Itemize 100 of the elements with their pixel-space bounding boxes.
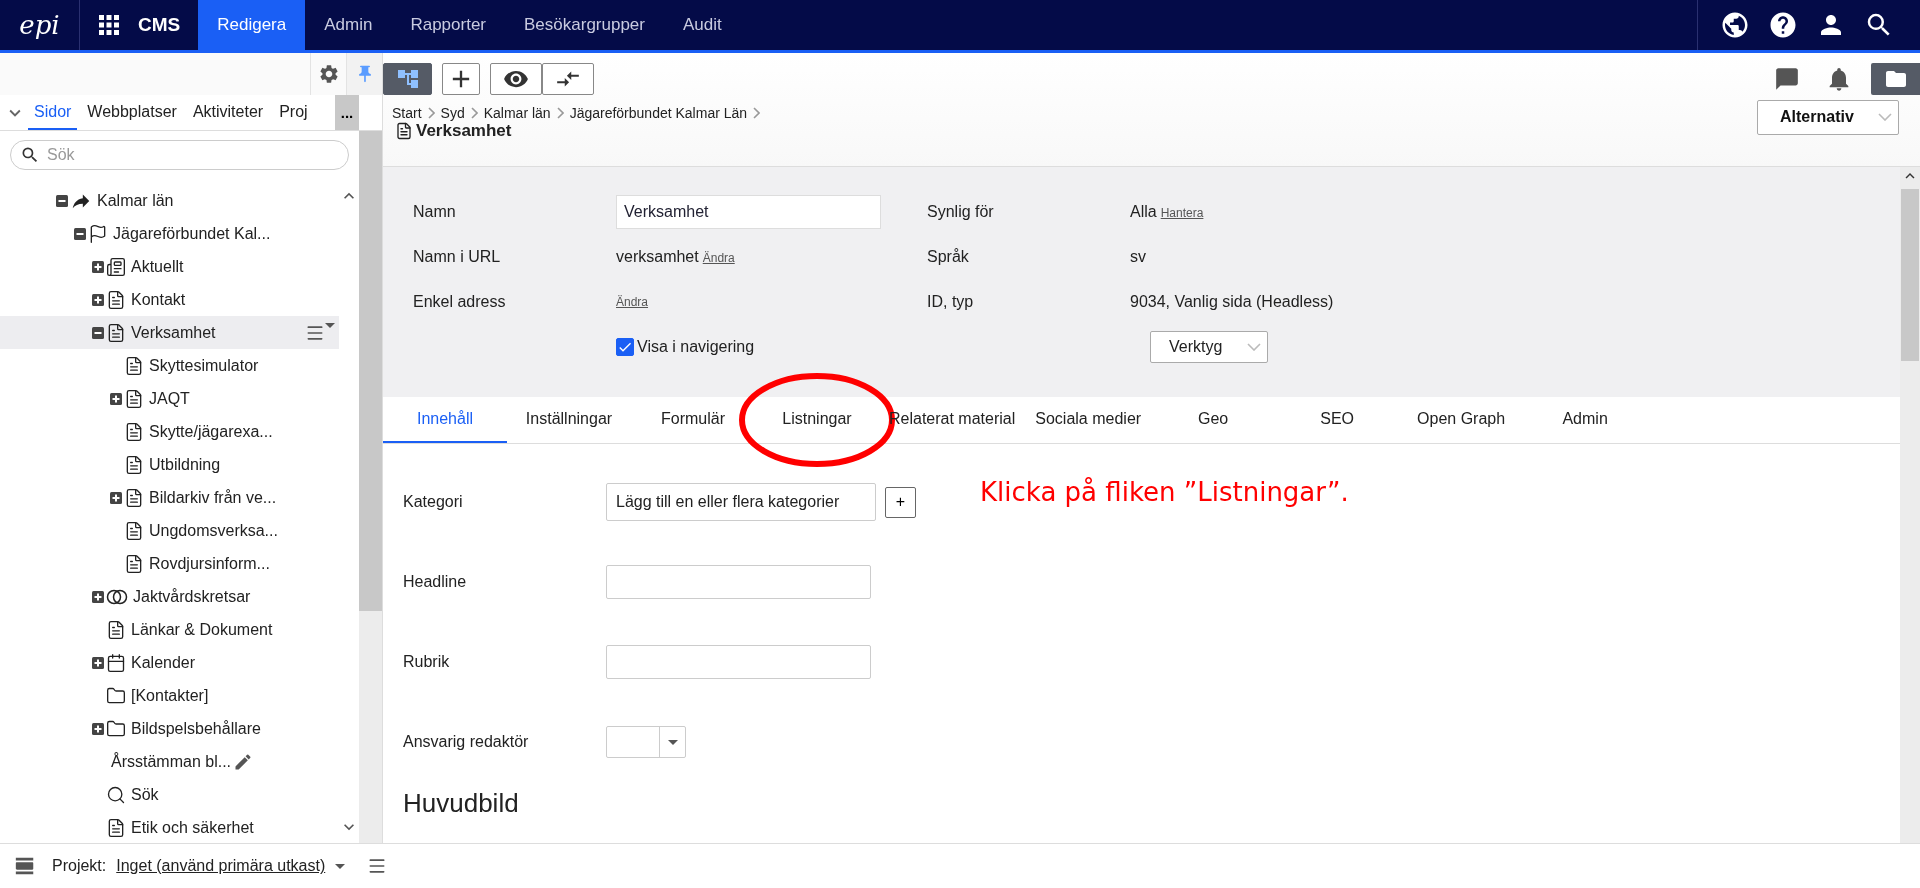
tree-item[interactable]: Bildspelsbehållare (0, 712, 339, 745)
tree-item[interactable]: Aktuellt (0, 250, 339, 283)
property-value: Alla (1130, 202, 1157, 221)
nav-tab[interactable]: Besökargrupper (505, 0, 664, 50)
text-field[interactable] (606, 645, 871, 679)
panel-tab[interactable]: Aktiviteter (186, 95, 270, 130)
tree-item[interactable]: Ungdomsverksa... (0, 514, 339, 547)
expand-icon[interactable] (92, 293, 104, 306)
panel-tab[interactable]: Webbplatser (81, 95, 183, 130)
text-field[interactable] (606, 565, 871, 599)
tree-item-label: Bildspelsbehållare (131, 719, 261, 738)
content-tab[interactable]: Innehåll (383, 397, 507, 443)
select-field[interactable] (606, 726, 686, 758)
nav-tab[interactable]: Audit (664, 0, 741, 50)
options-button[interactable]: Alternativ (1757, 99, 1899, 135)
content-tab[interactable]: SEO (1275, 397, 1400, 443)
expand-icon[interactable] (110, 392, 122, 405)
toolbar-button[interactable] (490, 63, 542, 95)
flag-icon (88, 223, 108, 244)
tools-dropdown[interactable]: Verktyg (1150, 330, 1268, 363)
content-tab[interactable]: Listningar (755, 397, 879, 443)
tree-item[interactable]: Årsstämman bl... (0, 745, 339, 778)
tree-item[interactable]: Kontakt (0, 283, 339, 316)
nav-tab[interactable]: Rapporter (391, 0, 506, 50)
nav-tab[interactable]: Redigera (198, 0, 306, 50)
show-in-nav-checkbox[interactable]: Visa i navigering (616, 337, 927, 356)
tree-item[interactable]: Skytte/jägarexa... (0, 415, 339, 448)
name-field[interactable]: Verksamhet (616, 194, 881, 229)
tree-item-label: Ungdomsverksa... (149, 521, 278, 540)
breadcrumb-link[interactable]: Syd (440, 105, 465, 121)
tree-item-label: Verksamhet (131, 323, 216, 342)
instruction-text: Klicka på fliken ”Listningar”. (980, 477, 1349, 507)
tree-item[interactable]: Länkar & Dokument (0, 613, 339, 646)
tree-item[interactable]: Sök (0, 778, 339, 811)
content-tab[interactable]: Sociala medier (1025, 397, 1152, 443)
help-icon[interactable] (1768, 10, 1798, 40)
search-field[interactable]: Sök (10, 140, 349, 170)
content-tab[interactable]: Geo (1151, 397, 1276, 443)
expand-icon[interactable] (92, 722, 104, 735)
content-tab[interactable]: Formulär (631, 397, 755, 443)
property-value: verksamhet (616, 247, 699, 266)
expand-icon[interactable] (92, 590, 104, 603)
property-label: Namn (413, 202, 457, 221)
toolbar-button[interactable] (442, 63, 480, 95)
change-link[interactable]: Ändra (702, 250, 735, 265)
content-tab[interactable]: Admin (1523, 397, 1648, 443)
project-icon[interactable] (14, 855, 36, 877)
breadcrumb-link[interactable]: Kalmar län (483, 105, 551, 121)
property-label: Synlig för (927, 202, 995, 221)
expand-icon[interactable] (92, 656, 104, 669)
breadcrumb-link[interactable]: Jägareförbundet Kalmar Län (569, 105, 748, 121)
comment-icon (1774, 66, 1800, 92)
panel-tab[interactable]: Proj (273, 95, 314, 130)
caret-icon (667, 739, 678, 745)
tree-item-label: Årsstämman bl... (111, 752, 232, 771)
category-field[interactable]: Lägg till en eller flera kategorier (606, 483, 876, 521)
search-icon (20, 145, 40, 165)
tree-item[interactable]: Kalmar län (0, 184, 339, 217)
expand-icon[interactable] (110, 491, 122, 504)
tree-item[interactable]: Rovdjursinform... (0, 547, 339, 580)
expand-icon[interactable] (92, 260, 104, 273)
collapse-icon[interactable] (74, 227, 86, 240)
page-icon (124, 553, 144, 574)
tree-item[interactable]: [Kontakter] (0, 679, 339, 712)
tree-item[interactable]: Verksamhet (0, 316, 339, 349)
folder-icon (106, 685, 126, 706)
change-link[interactable]: Ändra (616, 294, 649, 309)
more-button[interactable]: ... (335, 95, 359, 130)
tree-item[interactable]: Kalender (0, 646, 339, 679)
panel-tab[interactable]: Sidor (28, 95, 78, 130)
page-icon (106, 289, 126, 310)
add-button[interactable]: + (885, 486, 916, 518)
change-link[interactable]: Hantera (1160, 205, 1204, 220)
tree-item[interactable]: Etik och säkerhet (0, 811, 339, 843)
field-label: Rubrik (403, 653, 451, 671)
breadcrumb-link[interactable]: Start (392, 105, 422, 121)
tree-item[interactable]: Utbildning (0, 448, 339, 481)
page-icon (124, 454, 144, 475)
tree-item[interactable]: JAQT (0, 382, 339, 415)
tree-item-label: Skytte/jägarexa... (149, 422, 273, 441)
collapse-icon[interactable] (56, 194, 68, 207)
collapse-icon[interactable] (92, 326, 104, 339)
settings-icon[interactable] (317, 63, 340, 85)
globe-icon[interactable] (1720, 10, 1750, 40)
tree-item[interactable]: Jaktvårdskretsar (0, 580, 339, 613)
caret-icon (335, 863, 346, 869)
tree-item[interactable]: Skyttesimulator (0, 349, 339, 382)
tree-item[interactable]: Jägareförbundet Kal... (0, 217, 339, 250)
field-label: Kategori (403, 493, 464, 511)
page-icon (124, 355, 144, 376)
tree-item-label: Rovdjursinform... (149, 554, 270, 573)
page-icon (106, 817, 126, 838)
content-tab[interactable]: Open Graph (1399, 397, 1524, 443)
tree-item-label: Jaktvårdskretsar (133, 587, 251, 606)
tree-item[interactable]: Bildarkiv från ve... (0, 481, 339, 514)
content-tab[interactable]: Inställningar (507, 397, 631, 443)
nav-tab[interactable]: Admin (305, 0, 392, 50)
project-link[interactable]: Inget (använd primära utkast) (116, 857, 326, 875)
toolbar-button[interactable] (542, 63, 594, 95)
toolbar-button[interactable] (1871, 63, 1920, 95)
